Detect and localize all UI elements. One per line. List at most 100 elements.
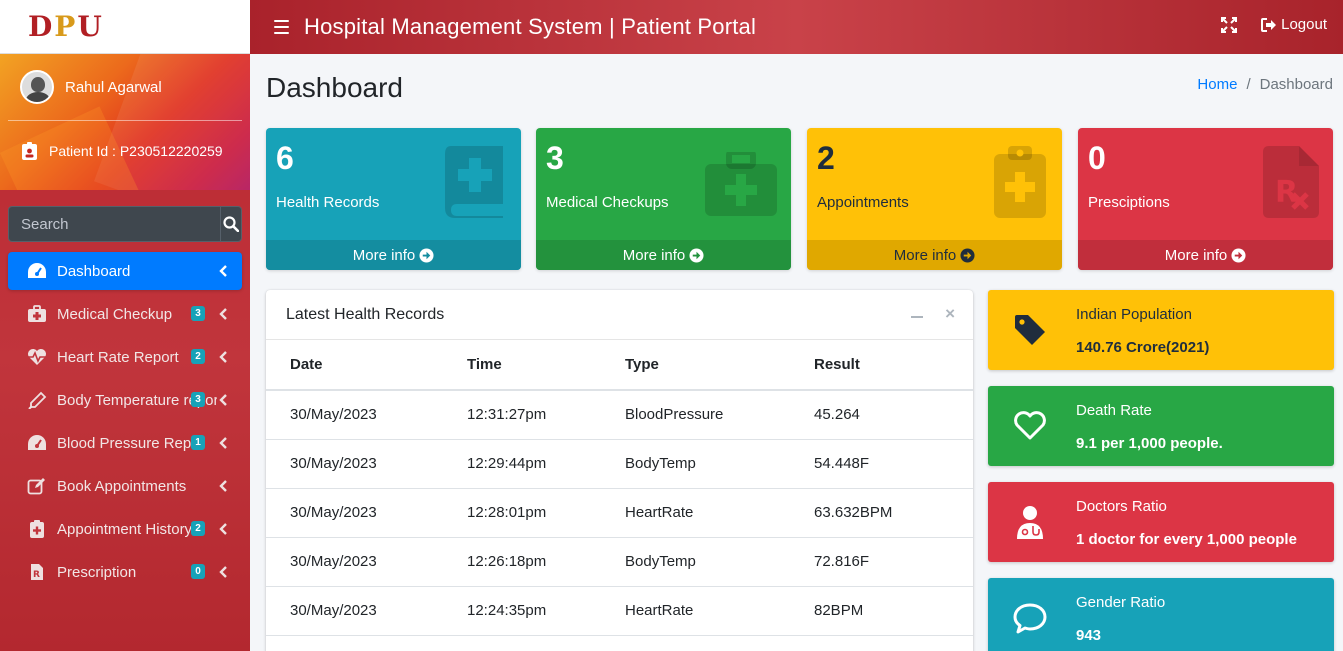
- cell-date: 30/May/2023: [266, 537, 467, 587]
- panel-divider: [8, 120, 242, 121]
- cell-date: 30/May/2023: [266, 390, 467, 440]
- search-input[interactable]: [8, 206, 220, 242]
- stat-box-prescriptions: 0 Presciptions R More info: [1078, 128, 1333, 270]
- table-row: 30/May/2023 12:29:44pm BodyTemp 54.448F: [266, 439, 973, 489]
- sidebar-item-book-appointments[interactable]: Book Appointments: [8, 467, 242, 505]
- column-header-time: Time: [467, 340, 625, 391]
- sidebar-item-appointment-history[interactable]: Appointment History 2: [8, 510, 242, 548]
- more-info-link[interactable]: More info: [266, 240, 521, 270]
- patient-id: Patient Id : P230512220259: [49, 143, 223, 159]
- stat-value: 0: [1088, 140, 1106, 176]
- brand-link[interactable]: DPU: [0, 0, 250, 54]
- more-info-label: More info: [893, 246, 957, 264]
- card-title: Latest Health Records: [286, 305, 445, 323]
- info-box-death-rate: Death Rate 9.1 per 1,000 people.: [988, 386, 1334, 466]
- cell-type: HeartRate: [625, 488, 814, 538]
- comment-icon: [1012, 600, 1048, 636]
- close-icon[interactable]: ×: [945, 305, 955, 322]
- sidebar-item-heart-rate-report[interactable]: Heart Rate Report 2: [8, 338, 242, 376]
- search-button[interactable]: [220, 206, 242, 242]
- breadcrumb-home-link[interactable]: Home: [1197, 76, 1237, 93]
- cell-time: 12:26:18pm: [467, 537, 625, 587]
- more-info-label: More info: [352, 246, 416, 264]
- arrow-circle-right-icon: [1231, 247, 1246, 263]
- stat-label: Health Records: [276, 194, 380, 211]
- sidebar-item-label: Dashboard: [57, 262, 131, 280]
- logout-button[interactable]: Logout: [1261, 16, 1327, 33]
- clipboard-plus-icon: [26, 519, 48, 539]
- page-title: Dashboard: [266, 72, 403, 103]
- sidebar-item-label: Blood Pressure Report: [57, 434, 205, 452]
- heart-outline-icon: [1012, 408, 1048, 444]
- sidebar-item-label: Appointment History: [57, 520, 193, 538]
- clipboard-plus-icon: [994, 146, 1046, 218]
- fullscreen-icon[interactable]: [1221, 16, 1238, 33]
- prescription-icon: R: [26, 562, 48, 582]
- avatar: [20, 70, 54, 104]
- cell-date: 30/May/2023: [266, 488, 467, 538]
- sidebar: DPU Rahul Agarwal Patient Id : P23051222…: [0, 0, 250, 651]
- cell-date: 30/May/2023: [266, 439, 467, 489]
- sidebar-item-label: Book Appointments: [57, 477, 187, 495]
- sidebar-item-dashboard[interactable]: Dashboard: [8, 252, 242, 290]
- sidebar-item-body-temperature-report[interactable]: Body Temperature report 3: [8, 381, 242, 419]
- info-title: Indian Population: [1076, 306, 1192, 323]
- cell-date: 30/May/2023: [266, 586, 467, 636]
- info-value: 943: [1076, 627, 1102, 644]
- chevron-left-icon: [219, 437, 227, 449]
- table-row: 30/May/2023 12:31:27pm BloodPressure 45.…: [266, 390, 973, 440]
- stat-box-appointments: 2 Appointments More info: [807, 128, 1062, 270]
- logout-label: Logout: [1281, 16, 1327, 33]
- tachometer-icon: [26, 261, 48, 281]
- heartbeat-icon: [26, 347, 48, 367]
- column-header-date: Date: [266, 340, 467, 391]
- medkit-icon: [26, 304, 48, 324]
- navbar-right: Logout: [1221, 16, 1327, 33]
- card-header: Latest Health Records ×: [266, 290, 973, 340]
- count-badge: 0: [191, 564, 205, 579]
- more-info-link[interactable]: More info: [807, 240, 1062, 270]
- cell-result: 63.632BPM: [814, 488, 973, 538]
- count-badge: 1: [191, 435, 205, 450]
- arrow-circle-right-icon: [960, 247, 975, 263]
- arrow-circle-right-icon: [689, 247, 704, 263]
- sidebar-nav: Dashboard Medical Checkup 3 Heart Rate R…: [8, 252, 242, 596]
- column-header-result: Result: [814, 340, 973, 391]
- breadcrumb: Home / Dashboard: [1197, 76, 1333, 93]
- table-row: 30/May/2023 12:26:18pm BodyTemp 72.816F: [266, 537, 973, 587]
- book-medical-icon: [445, 146, 503, 218]
- app-title: Hospital Management System | Patient Por…: [304, 14, 757, 39]
- records-table: Date Time Type Result 30/May/2023 12:31:…: [266, 340, 973, 636]
- breadcrumb-current: Dashboard: [1259, 76, 1333, 93]
- breadcrumb-separator: /: [1246, 76, 1251, 93]
- info-title: Gender Ratio: [1076, 594, 1166, 611]
- stat-label: Presciptions: [1088, 194, 1170, 211]
- cell-time: 12:24:35pm: [467, 586, 625, 636]
- info-value: 1 doctor for every 1,000 people: [1076, 531, 1297, 548]
- user-info[interactable]: Rahul Agarwal: [20, 70, 162, 104]
- count-badge: 2: [191, 521, 205, 536]
- stat-box-health-records: 6 Health Records More info: [266, 128, 521, 270]
- info-box-indian-population: Indian Population 140.76 Crore(2021): [988, 290, 1334, 370]
- info-value: 9.1 per 1,000 people.: [1076, 435, 1223, 452]
- more-info-link[interactable]: More info: [536, 240, 791, 270]
- content-wrapper: Dashboard Home / Dashboard 6 Health Reco…: [250, 54, 1343, 651]
- sidebar-item-blood-pressure-report[interactable]: Blood Pressure Report 1: [8, 424, 242, 462]
- chevron-left-icon: [219, 480, 227, 492]
- menu-toggle-icon[interactable]: [274, 20, 289, 34]
- stat-label: Medical Checkups: [546, 194, 669, 211]
- info-box-gender-ratio: Gender Ratio 943: [988, 578, 1334, 651]
- sidebar-search: [8, 206, 242, 242]
- card-tools: ×: [911, 305, 955, 322]
- info-title: Doctors Ratio: [1076, 498, 1167, 515]
- arrow-circle-right-icon: [419, 247, 434, 263]
- collapse-icon[interactable]: [911, 316, 924, 318]
- column-header-type: Type: [625, 340, 814, 391]
- stat-value: 3: [546, 140, 564, 176]
- top-navbar: Hospital Management System | Patient Por…: [250, 0, 1343, 54]
- cell-type: BodyTemp: [625, 439, 814, 489]
- brand-logo: DPU: [28, 10, 104, 43]
- sidebar-item-prescription[interactable]: R Prescription 0: [8, 553, 242, 591]
- sidebar-item-medical-checkup[interactable]: Medical Checkup 3: [8, 295, 242, 333]
- more-info-link[interactable]: More info: [1078, 240, 1333, 270]
